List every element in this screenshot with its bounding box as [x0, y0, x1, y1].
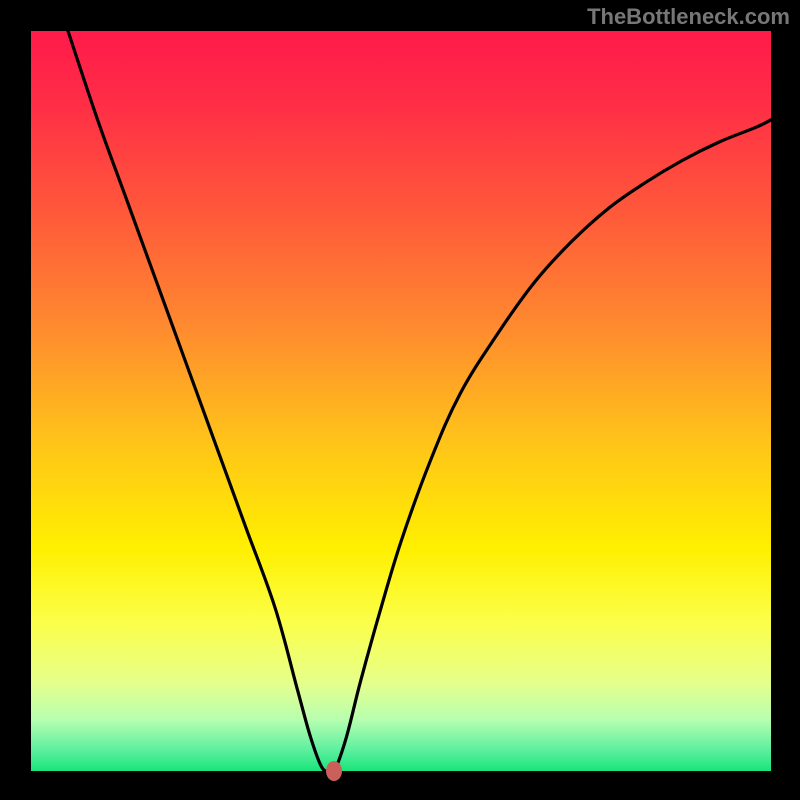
chart-curve-layer [31, 31, 771, 771]
chart-plot-area [31, 31, 771, 771]
watermark-text: TheBottleneck.com [587, 4, 790, 30]
bottleneck-curve-path [68, 31, 771, 774]
minimum-marker [326, 761, 342, 781]
